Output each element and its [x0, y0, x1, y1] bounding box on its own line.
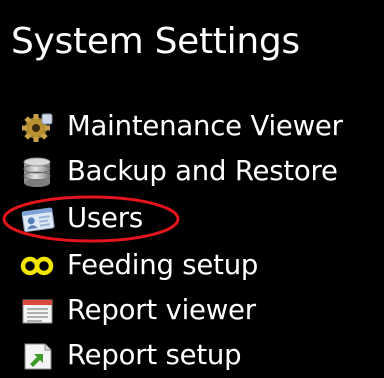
system-settings-panel: System Settings Maintenance Viewer Backu… [0, 0, 384, 378]
menu-item-label: Report viewer [67, 294, 256, 326]
report-viewer-icon [20, 295, 56, 327]
menu-item-feeding-setup[interactable]: Feeding setup [0, 242, 384, 288]
menu-item-label: Users [67, 202, 144, 234]
panel-title: System Settings [11, 21, 300, 62]
report-setup-icon [20, 340, 56, 372]
menu-item-label: Report setup [67, 339, 242, 371]
menu-item-maintenance-viewer[interactable]: Maintenance Viewer [0, 103, 384, 149]
menu-item-label: Feeding setup [67, 249, 259, 281]
user-card-icon [20, 203, 56, 235]
menu-item-backup-and-restore[interactable]: Backup and Restore [0, 148, 384, 194]
gear-icon [20, 111, 56, 143]
menu-item-label: Maintenance Viewer [67, 110, 343, 142]
menu-item-report-setup[interactable]: Report setup [0, 332, 384, 378]
menu-item-users[interactable]: Users [0, 195, 384, 241]
database-icon [20, 156, 56, 188]
menu-item-report-viewer[interactable]: Report viewer [0, 287, 384, 333]
feeding-icon [20, 250, 56, 282]
menu-item-label: Backup and Restore [67, 155, 338, 187]
